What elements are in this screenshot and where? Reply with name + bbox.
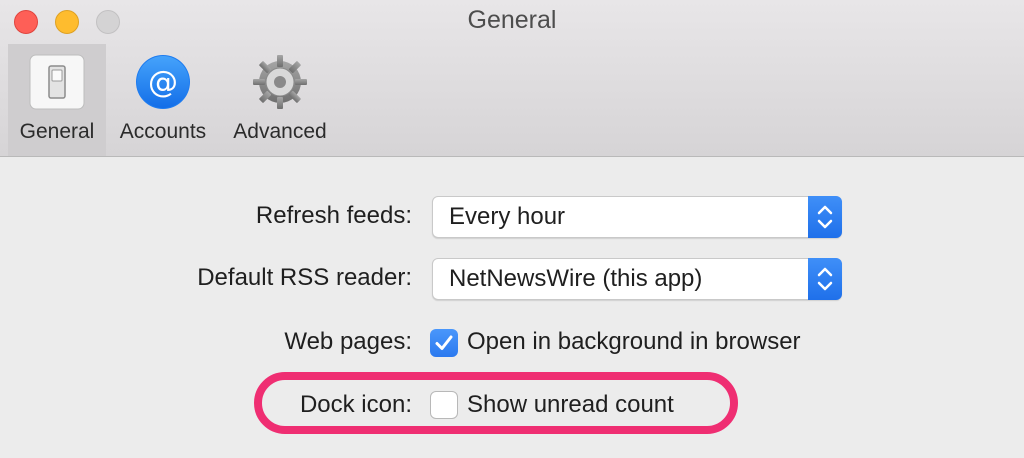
open-in-background-label[interactable]: Open in background in browser: [467, 328, 801, 356]
popup-stepper-icon: [808, 196, 842, 238]
web-pages-label: Web pages:: [284, 328, 412, 355]
tab-accounts[interactable]: @ Accounts: [110, 44, 216, 156]
tab-advanced[interactable]: Advanced: [222, 44, 338, 156]
general-switch-icon: [29, 54, 85, 110]
svg-text:@: @: [148, 65, 178, 100]
tab-advanced-label: Advanced: [233, 120, 327, 143]
tab-general-label: General: [19, 120, 95, 143]
default-reader-value: NetNewsWire (this app): [449, 265, 703, 292]
window-title: General: [467, 6, 557, 34]
refresh-feeds-label: Refresh feeds:: [255, 202, 412, 229]
default-reader-label: Default RSS reader:: [197, 264, 412, 291]
tab-accounts-label: Accounts: [119, 120, 207, 143]
annotation-highlight: [254, 372, 738, 434]
gear-icon: [253, 55, 307, 109]
checkmark-icon: [435, 335, 453, 350]
refresh-feeds-popup[interactable]: Every hour: [432, 196, 842, 238]
at-sign-icon: @: [136, 55, 190, 109]
open-in-background-checkbox[interactable]: [430, 329, 458, 357]
refresh-feeds-value: Every hour: [449, 203, 566, 230]
title-bar: General General @ Accounts Advanced: [0, 0, 1024, 157]
tab-general[interactable]: General: [8, 44, 106, 156]
popup-stepper-icon: [808, 258, 842, 300]
preferences-window: General General @ Accounts Advanced Refr…: [0, 0, 1024, 458]
default-reader-popup[interactable]: NetNewsWire (this app): [432, 258, 842, 300]
